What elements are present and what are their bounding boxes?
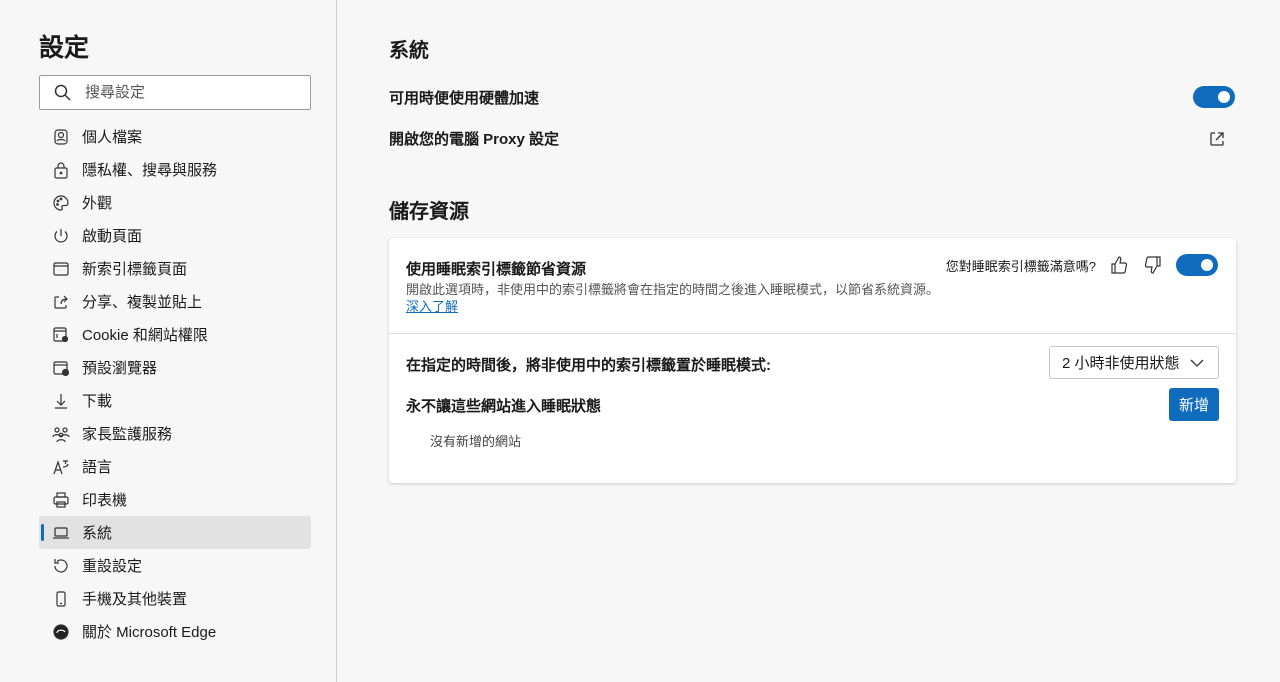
edge-logo-icon [53, 623, 69, 640]
sidebar-item-0[interactable]: 個人檔案 [39, 120, 311, 153]
section-heading-system: 系統 [389, 40, 429, 62]
description-text: 開啟此選項時，非使用中的索引標籤將會在指定的時間之後進入睡眠模式，以節省系統資源… [406, 282, 940, 297]
sidebar-item-6[interactable]: Cookie 和網站權限 [39, 318, 311, 351]
laptop-icon [53, 526, 69, 539]
sidebar-item-label: 關於 Microsoft Edge [82, 624, 217, 641]
sidebar-item-label: 系統 [82, 525, 113, 542]
chevron-down-icon [1190, 359, 1204, 367]
feedback-question: 您對睡眠索引標籤滿意嗎? [945, 258, 1096, 274]
profile-icon [54, 128, 68, 145]
power-icon [54, 228, 68, 242]
sidebar-item-3[interactable]: 啟動頁面 [39, 219, 311, 252]
sidebar-item-1[interactable]: 隱私權、搜尋與服務 [39, 153, 311, 186]
sidebar-item-label: 啟動頁面 [82, 228, 143, 245]
sleeping-tabs-description: 開啟此選項時，非使用中的索引標籤將會在指定的時間之後進入睡眠模式，以節省系統資源… [406, 281, 946, 315]
sleep-after-label: 在指定的時間後，將非使用中的索引標籤置於睡眠模式: [406, 357, 771, 374]
reset-icon [54, 558, 68, 573]
new-tab-icon [53, 261, 69, 276]
cookie-settings-icon [53, 326, 69, 342]
language-icon [53, 459, 69, 474]
hardware-acceleration-toggle[interactable] [1193, 86, 1235, 108]
sidebar-item-label: 手機及其他裝置 [82, 591, 188, 608]
no-sites-message: 沒有新增的網站 [430, 434, 522, 449]
sidebar-item-label: Cookie 和網站權限 [82, 327, 208, 344]
add-site-button[interactable]: 新增 [1169, 388, 1219, 421]
page-title: 設定 [39, 34, 90, 62]
download-icon [55, 393, 67, 409]
sidebar-item-11[interactable]: 印表機 [39, 483, 311, 516]
search-input[interactable] [85, 84, 285, 101]
sidebar-item-9[interactable]: 家長監護服務 [39, 417, 311, 450]
default-browser-icon [53, 360, 70, 376]
search-box[interactable] [39, 75, 311, 110]
sidebar-item-label: 預設瀏覽器 [82, 360, 158, 377]
sleeping-tabs-toggle[interactable] [1176, 254, 1218, 276]
proxy-settings-row[interactable]: 開啟您的電腦 Proxy 設定 [389, 128, 1236, 149]
sidebar-item-label: 下載 [82, 393, 113, 410]
share-icon [54, 295, 68, 309]
sleeping-tabs-title: 使用睡眠索引標籤節省資源 [406, 261, 587, 278]
sidebar-item-label: 個人檔案 [82, 129, 143, 146]
sleeping-tabs-card: 使用睡眠索引標籤節省資源 開啟此選項時，非使用中的索引標籤將會在指定的時間之後進… [389, 238, 1236, 483]
family-icon [52, 426, 70, 442]
sidebar-item-label: 語言 [82, 459, 113, 476]
search-icon [54, 84, 71, 101]
sidebar-item-14[interactable]: 手機及其他裝置 [39, 582, 311, 615]
sidebar-item-7[interactable]: 預設瀏覽器 [39, 351, 311, 384]
printer-icon [53, 491, 69, 508]
sidebar-item-label: 分享、複製並貼上 [82, 294, 203, 311]
sidebar-item-10[interactable]: 語言 [39, 450, 311, 483]
sleep-after-value: 2 小時非使用狀態 [1062, 355, 1180, 372]
sidebar: 設定 個人檔案隱私權、搜尋與服務外觀啟動頁面新索引標籤頁面分享、複製並貼上 Coo… [0, 0, 337, 682]
divider [389, 333, 1236, 334]
hardware-acceleration-row: 可用時便使用硬體加速 [389, 86, 1236, 108]
hardware-acceleration-label: 可用時便使用硬體加速 [389, 89, 540, 107]
phone-icon [56, 590, 66, 607]
sidebar-item-13[interactable]: 重設設定 [39, 549, 311, 582]
proxy-settings-label: 開啟您的電腦 Proxy 設定 [389, 131, 560, 148]
sidebar-item-label: 重設設定 [82, 558, 143, 575]
sidebar-item-label: 隱私權、搜尋與服務 [82, 162, 218, 179]
sleep-after-dropdown[interactable]: 2 小時非使用狀態 [1049, 346, 1219, 379]
learn-more-link[interactable]: 深入了解 [406, 299, 458, 314]
sidebar-item-12[interactable]: 系統 [39, 516, 311, 549]
section-heading-resources: 儲存資源 [389, 201, 469, 223]
sidebar-item-label: 家長監護服務 [82, 426, 173, 443]
sidebar-item-8[interactable]: 下載 [39, 384, 311, 417]
thumbs-down-icon[interactable] [1142, 254, 1164, 276]
sidebar-item-5[interactable]: 分享、複製並貼上 [39, 285, 311, 318]
sidebar-item-label: 印表機 [82, 492, 128, 509]
sidebar-item-label: 新索引標籤頁面 [82, 261, 188, 278]
external-link-icon[interactable] [1208, 130, 1226, 148]
sidebar-nav: 個人檔案隱私權、搜尋與服務 外觀啟動頁面新索引標籤頁面 分享、複製並貼上 Cookie… [39, 120, 311, 648]
sidebar-item-2[interactable]: 外觀 [39, 186, 311, 219]
lock-icon [54, 161, 68, 179]
sidebar-item-label: 外觀 [82, 195, 113, 212]
feedback-area: 您對睡眠索引標籤滿意嗎? [946, 254, 1218, 276]
never-sleep-label: 永不讓這些網站進入睡眠狀態 [406, 398, 602, 415]
palette-icon [53, 194, 69, 211]
thumbs-up-icon[interactable] [1108, 254, 1130, 276]
sidebar-item-4[interactable]: 新索引標籤頁面 [39, 252, 311, 285]
sidebar-item-15[interactable]: 關於 Microsoft Edge [39, 615, 311, 648]
